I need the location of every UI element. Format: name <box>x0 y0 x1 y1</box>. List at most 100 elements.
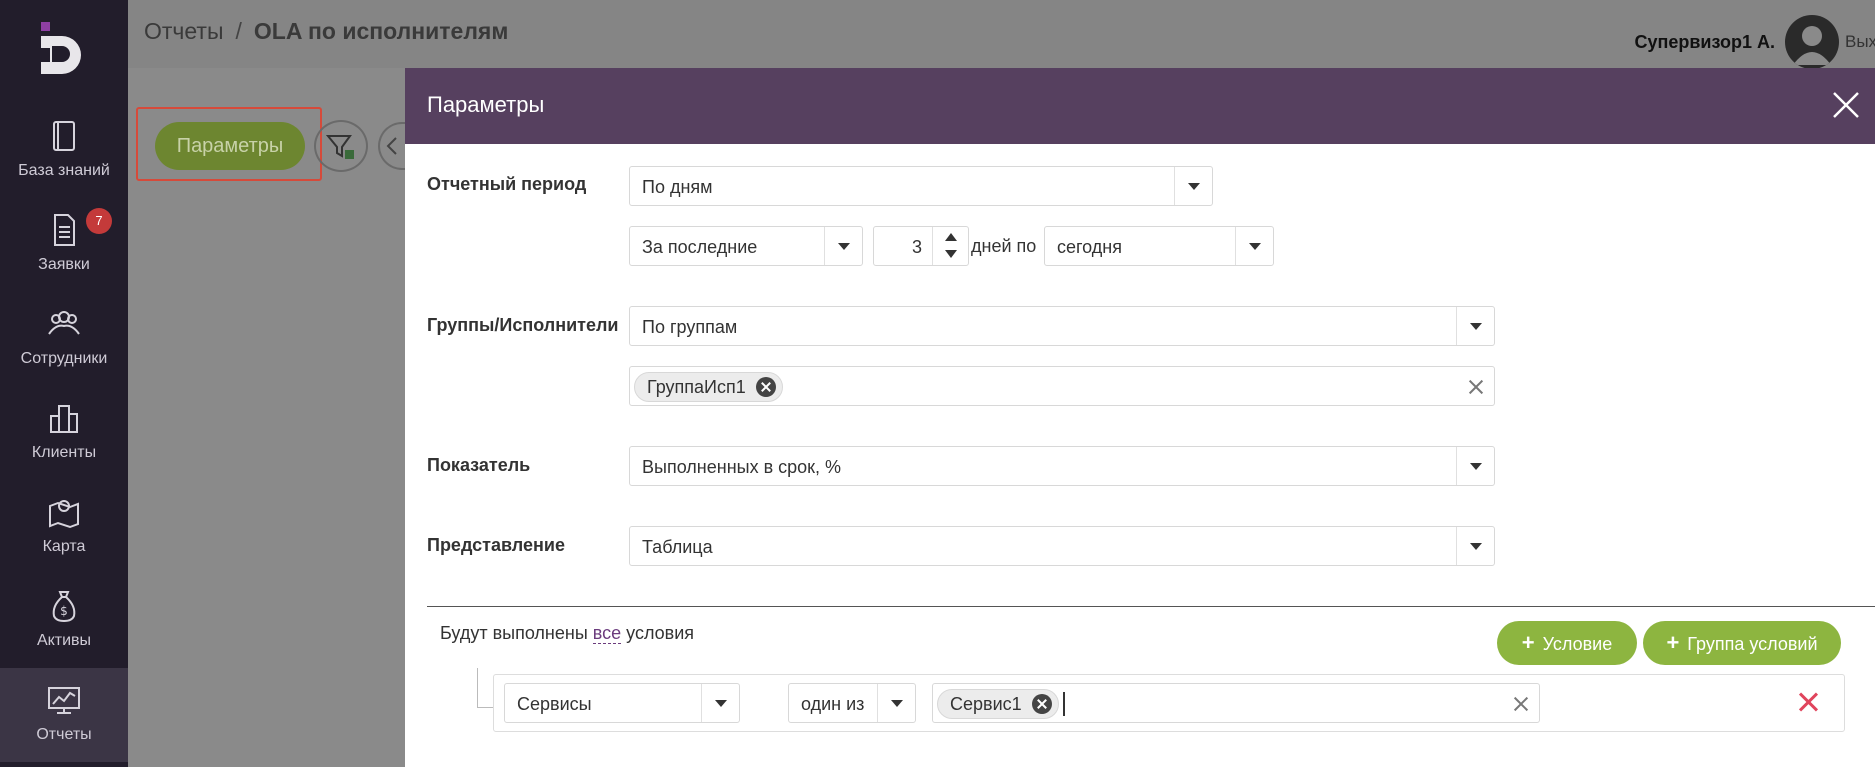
svg-text:$: $ <box>60 604 68 618</box>
sidebar-item-reports[interactable]: Отчеты <box>0 668 128 762</box>
sidebar-item-label: Заявки <box>38 256 90 273</box>
sidebar-item-label: Карта <box>42 538 86 555</box>
groups-value: По группам <box>642 317 738 337</box>
user-name: Супервизор1 А. <box>1634 31 1775 52</box>
breadcrumb: Отчеты / OLA по исполнителям <box>144 18 508 45</box>
map-icon <box>49 500 79 529</box>
view-value: Таблица <box>642 537 713 557</box>
delete-condition-icon[interactable] <box>1797 691 1819 713</box>
groups-select[interactable]: По группам <box>629 306 1495 346</box>
condition-row: Сервисы один из Сервис1 <box>493 674 1845 732</box>
condition-operator-value: один из <box>801 694 865 714</box>
sidebar-item-clients[interactable]: Клиенты <box>0 386 128 480</box>
sidebar-item-label: Сотрудники <box>20 350 108 367</box>
conditions-suffix: условия <box>626 623 695 643</box>
conditions-mode-link[interactable]: все <box>592 623 622 644</box>
stepper-buttons[interactable] <box>932 227 968 265</box>
stepper-down-icon[interactable] <box>945 250 957 258</box>
top-header: Отчеты / OLA по исполнителям Супервизор1 А… <box>128 0 1875 70</box>
tag-label: Сервис1 <box>950 694 1022 714</box>
chevron-down-icon <box>1174 167 1212 205</box>
tag-chip: ГруппаИсп1 <box>634 372 783 402</box>
metric-select[interactable]: Выполненных в срок, % <box>629 446 1495 486</box>
conditions-prefix: Будут выполнены <box>440 623 588 643</box>
metric-value: Выполненных в срок, % <box>642 457 842 477</box>
days-stepper[interactable]: 3 <box>873 226 969 266</box>
add-condition-label: Условие <box>1542 634 1613 654</box>
modal-header: Параметры <box>405 68 1875 144</box>
logo-icon[interactable] <box>38 22 90 74</box>
user-menu[interactable]: Супервизор1 А. Выход <box>1634 14 1875 70</box>
filter-save-button[interactable] <box>314 120 368 172</box>
range-value: За последние <box>642 237 758 257</box>
metric-label: Показатель <box>427 455 531 475</box>
chevron-down-icon <box>1235 227 1273 265</box>
days-text: дней по <box>971 236 1037 256</box>
condition-field-select[interactable]: Сервисы <box>504 683 740 723</box>
sidebar-item-label: Отчеты <box>36 726 92 743</box>
condition-values-input[interactable]: Сервис1 <box>932 683 1540 723</box>
clear-icon[interactable] <box>1513 696 1529 712</box>
sidebar-item-label: База знаний <box>18 162 110 179</box>
end-date-select[interactable]: сегодня <box>1044 226 1274 266</box>
chevron-down-icon <box>701 684 739 722</box>
tree-connector <box>477 668 493 708</box>
period-label: Отчетный период <box>427 174 587 194</box>
page-title: OLA по исполнителям <box>253 18 509 44</box>
modal-title: Параметры <box>427 92 545 117</box>
chart-monitor-icon <box>48 687 80 714</box>
breadcrumb-separator: / <box>235 18 242 44</box>
notification-badge: 7 <box>86 208 112 234</box>
tag-chip: Сервис1 <box>937 689 1059 719</box>
condition-field-value: Сервисы <box>517 694 592 714</box>
clear-icon[interactable] <box>1468 379 1484 395</box>
add-group-label: Группа условий <box>1687 634 1818 654</box>
user-silhouette-icon <box>1793 26 1831 65</box>
text-cursor <box>1063 692 1065 716</box>
sidebar-item-map[interactable]: Карта <box>0 480 128 574</box>
avatar[interactable] <box>1785 15 1839 69</box>
chevron-down-icon <box>877 684 915 722</box>
plus-icon: + <box>1521 630 1535 655</box>
chevron-down-icon <box>824 227 862 265</box>
groups-label: Группы/Исполнители <box>427 315 619 335</box>
remove-tag-icon[interactable] <box>1031 694 1052 714</box>
people-icon <box>48 311 80 335</box>
buildings-icon <box>50 405 78 433</box>
chevron-down-icon <box>1456 307 1494 345</box>
close-icon[interactable] <box>1831 90 1861 120</box>
sidebar-item-label: Клиенты <box>31 444 97 461</box>
divider <box>427 606 1875 607</box>
add-condition-group-button[interactable]: + Группа условий <box>1643 621 1841 665</box>
range-select[interactable]: За последние <box>629 226 863 266</box>
period-value: По дням <box>642 177 713 197</box>
add-condition-button[interactable]: + Условие <box>1497 621 1637 665</box>
sidebar-item-label: Активы <box>36 632 92 649</box>
tag-label: ГруппаИсп1 <box>647 377 746 397</box>
groups-multiselect[interactable]: ГруппаИсп1 <box>629 366 1495 406</box>
filter-icon <box>325 135 354 159</box>
logout-link[interactable]: Выход <box>1845 32 1875 52</box>
breadcrumb-parent[interactable]: Отчеты <box>144 18 224 44</box>
money-bag-icon: $ <box>52 591 76 623</box>
parameters-modal: Параметры Отчетный период По дням За пос… <box>405 68 1875 767</box>
parameters-button[interactable]: Параметры <box>155 122 305 170</box>
chevron-down-icon <box>1456 527 1494 565</box>
period-select[interactable]: По дням <box>629 166 1213 206</box>
sidebar-item-employees[interactable]: Сотрудники <box>0 292 128 386</box>
sidebar: База знаний 7 Заявки Сотрудники Клиенты <box>0 0 128 767</box>
sidebar-item-assets[interactable]: $ Активы <box>0 574 128 668</box>
stepper-up-icon[interactable] <box>945 233 957 241</box>
remove-tag-icon[interactable] <box>755 377 776 397</box>
chevron-down-icon <box>1456 447 1494 485</box>
sidebar-item-knowledge-base[interactable]: База знаний <box>0 104 128 198</box>
sidebar-item-requests[interactable]: 7 Заявки <box>0 198 128 292</box>
days-value: 3 <box>911 237 922 257</box>
end-date-value: сегодня <box>1057 237 1122 257</box>
plus-icon: + <box>1666 630 1680 655</box>
view-label: Представление <box>427 535 565 555</box>
book-icon <box>53 121 75 151</box>
view-select[interactable]: Таблица <box>629 526 1495 566</box>
conditions-summary: Будут выполнены все условия <box>440 623 694 644</box>
condition-operator-select[interactable]: один из <box>788 683 916 723</box>
